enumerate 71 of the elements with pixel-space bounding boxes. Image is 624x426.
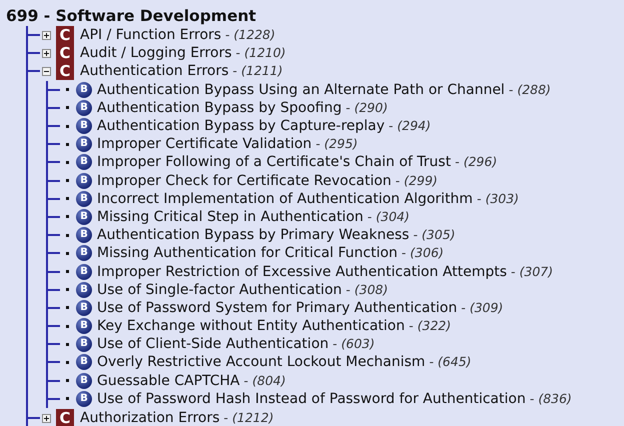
tree-item[interactable]: Improper Following of a Certificate's Chain of Trust [97, 153, 451, 172]
item-id: - (1212) [224, 409, 274, 426]
item-id: - (304) [367, 208, 410, 226]
category-icon: C [56, 62, 74, 80]
tree-item[interactable]: Guessable CAPTCHA [97, 372, 240, 390]
item-id: - (306) [402, 244, 444, 262]
tree-item[interactable]: Authentication Bypass by Spoofing [97, 98, 342, 117]
base-icon: B [76, 372, 92, 389]
base-icon: B [76, 300, 92, 316]
tree-item[interactable]: Use of Password System for Primary Authentication [97, 298, 458, 317]
category-icon: C [56, 44, 74, 62]
item-id: - (295) [316, 135, 358, 154]
base-icon: B [76, 154, 92, 170]
tree-item[interactable]: Authentication Errors [80, 62, 229, 80]
tree-item[interactable]: Overly Restrictive Account Lockout Mechanism [97, 353, 426, 372]
tree-item[interactable]: Missing Authentication for Critical Function [97, 244, 398, 262]
tree-item[interactable]: Authentication Bypass by Primary Weakness [97, 226, 410, 244]
tree-item[interactable]: Improper Restriction of Excessive Authentication Attempts [97, 262, 507, 281]
tree-item[interactable]: Authorization Errors [80, 409, 220, 426]
item-id: - (1210) [236, 44, 286, 62]
item-id: - (645) [429, 353, 472, 372]
item-id: - (290) [346, 98, 388, 117]
item-id: - (305) [413, 226, 456, 244]
item-id: - (603) [332, 335, 375, 354]
base-icon: B [76, 82, 92, 98]
category-icon: C [56, 26, 74, 44]
plus-box-icon[interactable] [42, 30, 51, 40]
base-icon: B [76, 282, 92, 298]
base-icon: B [76, 336, 92, 352]
base-icon: B [76, 100, 92, 116]
item-id: - (303) [476, 190, 519, 208]
category-icon: C [56, 409, 74, 426]
base-icon: B [76, 172, 92, 189]
minus-box-icon[interactable] [42, 66, 51, 76]
base-icon: B [76, 208, 92, 225]
item-id: - (322) [408, 317, 451, 336]
tree-item[interactable]: Audit / Logging Errors [80, 44, 232, 62]
tree-item[interactable]: Missing Critical Step in Authentication [97, 208, 364, 226]
item-id: - (1211) [232, 62, 283, 80]
tree-item[interactable]: Incorrect Implementation of Authentication Algorithm [97, 190, 473, 208]
tree-item[interactable]: Key Exchange without Entity Authentication [97, 317, 405, 336]
item-id: - (294) [388, 117, 431, 136]
base-icon: B [76, 118, 92, 134]
item-id: - (308) [346, 280, 388, 299]
tree-item[interactable]: Authentication Bypass by Capture-replay [97, 117, 385, 136]
base-icon: B [76, 190, 92, 207]
tree-item[interactable]: Use of Client-Side Authentication [97, 335, 329, 354]
item-id: - (309) [461, 298, 504, 317]
base-icon: B [76, 354, 92, 370]
tree-item[interactable]: API / Function Errors [80, 26, 222, 44]
plus-box-icon[interactable] [42, 414, 51, 423]
item-id: - (299) [395, 172, 438, 190]
tree-item[interactable]: Improper Check for Certificate Revocation [97, 172, 392, 190]
base-icon: B [76, 264, 92, 280]
tree-title: 699 - Software Development [6, 6, 256, 26]
tree-item[interactable]: Authentication Bypass Using an Alternate Path or Channel [97, 80, 505, 99]
tree-item[interactable]: Use of Password Hash Instead of Password for Authentication [97, 390, 526, 408]
tree-item[interactable]: Use of Single-factor Authentication [97, 280, 342, 299]
item-id: - (307) [510, 262, 554, 281]
item-id: - (296) [454, 153, 498, 172]
base-icon: B [76, 136, 92, 152]
plus-box-icon[interactable] [42, 48, 51, 58]
base-icon: B [76, 245, 92, 262]
item-id: - (1228) [225, 26, 276, 44]
item-id: - (836) [530, 390, 572, 408]
base-icon: B [76, 390, 92, 407]
item-id: - (288) [508, 80, 551, 99]
base-icon: B [76, 227, 92, 244]
base-icon: B [76, 318, 92, 334]
item-id: - (804) [244, 372, 286, 390]
tree-item[interactable]: Improper Certificate Validation [97, 135, 312, 154]
